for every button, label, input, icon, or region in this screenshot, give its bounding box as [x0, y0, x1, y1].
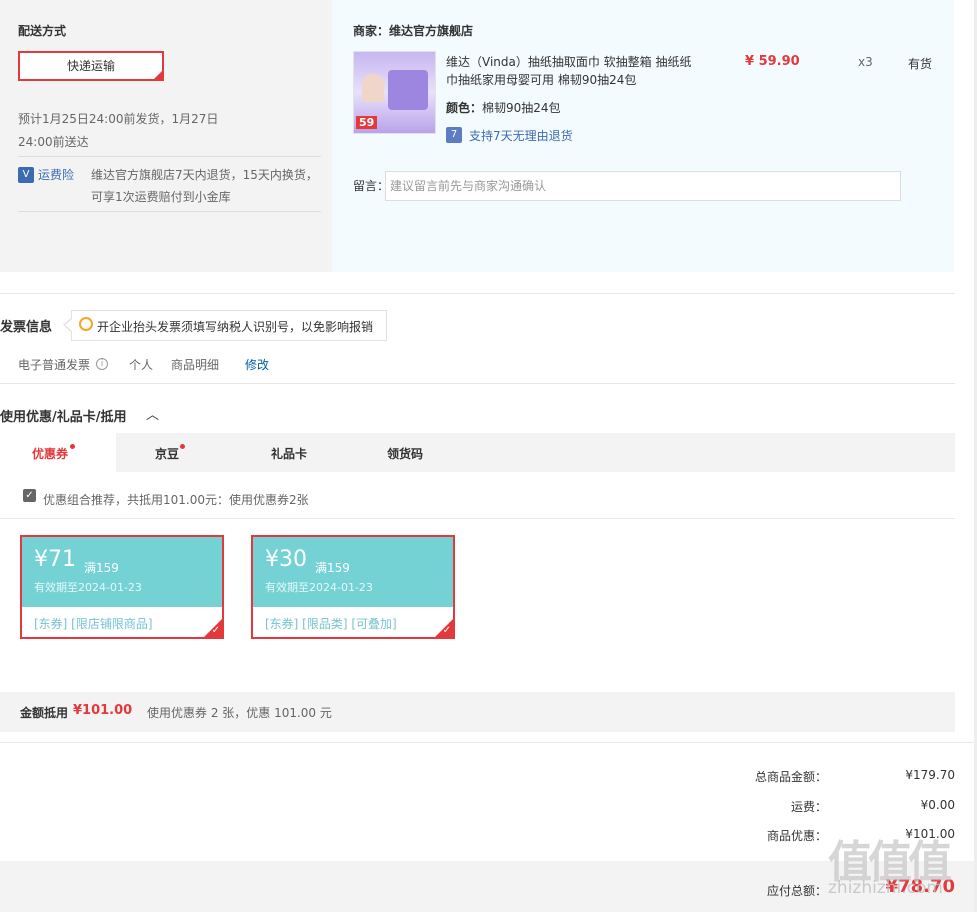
invoice-tip-text: 开企业抬头发票须填写纳税人识别号，以免影响报销	[97, 320, 374, 334]
tab-jingdou-dot	[180, 444, 185, 449]
invoice-holder: 个人	[129, 358, 154, 372]
message-input[interactable]	[385, 171, 901, 201]
merchant-panel	[332, 0, 954, 272]
divider	[0, 293, 955, 294]
color-value: 棉韧90抽24包	[482, 101, 561, 115]
recommend-checkbox[interactable]: ✓	[23, 489, 36, 502]
tab-pickup-code[interactable]: 领货码	[387, 445, 423, 462]
color-label: 颜色：	[446, 101, 483, 115]
divider	[0, 518, 955, 519]
coupon-condition: 满159	[84, 561, 119, 575]
goods-total-label: 总商品金额：	[754, 770, 827, 784]
divider	[0, 742, 977, 743]
coupon-tabs	[0, 433, 955, 472]
merchant-name: 商家：维达官方旗舰店	[353, 24, 474, 38]
coupon-summary	[0, 692, 955, 732]
summary-amount: ¥101.00	[73, 703, 133, 718]
summary-label: 金额抵用	[20, 706, 69, 720]
tab-jingdou[interactable]: 京豆	[155, 445, 179, 462]
coupon-valid: 有效期至2024-01-23	[265, 581, 373, 594]
tab-giftcard[interactable]: 礼品卡	[271, 445, 307, 462]
collapse-icon[interactable]: ︿	[146, 404, 159, 423]
coupon-card[interactable]: ¥71 满159 有效期至2024-01-23 [东券] [限店铺限商品] ✓	[20, 535, 224, 639]
coupon-amount: ¥71	[34, 547, 76, 572]
summary-desc: 使用优惠券 2 张，优惠 101.00 元	[147, 706, 332, 720]
return-policy: 支持7天无理由退货	[469, 129, 573, 143]
product-title-line2[interactable]: 巾抽纸家用母婴可用 棉韧90抽24包	[446, 71, 636, 88]
insurance-text-line2: 可享1次运费赔付到小金库	[91, 190, 231, 204]
invoice-edit-link[interactable]: 修改	[245, 356, 269, 373]
lightbulb-icon	[79, 317, 93, 331]
discount-label: 商品优惠：	[766, 829, 827, 843]
info-icon[interactable]: i	[96, 358, 108, 370]
product-image-person	[362, 74, 384, 102]
product-image-badge: 59	[356, 116, 378, 129]
message-label: 留言：	[353, 179, 390, 193]
coupon-tags: [东券] [限店铺限商品]	[34, 617, 153, 631]
tip-arrow-inner	[65, 319, 72, 331]
insurance-link[interactable]: 运费险	[38, 166, 74, 183]
divider	[18, 211, 321, 212]
divider	[0, 383, 955, 384]
invoice-type: 电子普通发票	[18, 358, 91, 372]
insurance-icon: V	[18, 167, 34, 183]
goods-total-value: ¥179.70	[905, 768, 955, 782]
coupons-title: 使用优惠/礼品卡/抵用	[0, 410, 127, 425]
check-icon: ✓	[154, 70, 161, 79]
coupon-tags: [东券] [限品类] [可叠加]	[265, 617, 397, 631]
product-quantity: x3	[858, 55, 873, 69]
watermark-url: zhizhizhi.com	[828, 878, 943, 898]
tab-coupons-dot	[70, 444, 75, 449]
payable-label: 应付总额：	[766, 884, 827, 898]
coupon-amount: ¥30	[265, 547, 307, 572]
product-price: ¥ 59.90	[745, 54, 800, 69]
delivery-estimate-line2: 24:00前送达	[18, 135, 89, 149]
recommend-text: 优惠组合推荐，共抵用101.00元：使用优惠券2张	[43, 493, 309, 507]
tab-coupons-label[interactable]: 优惠券	[32, 445, 68, 462]
insurance-text-line1: 维达官方旗舰店7天内退货，15天内换货，	[91, 168, 318, 182]
product-image-box	[388, 70, 428, 110]
invoice-content: 商品明细	[171, 358, 220, 372]
delivery-estimate-line1: 预计1月25日24:00前发货，1月27日	[18, 112, 219, 126]
shipping-label: 运费：	[790, 800, 827, 814]
product-image[interactable]: 59	[353, 51, 436, 134]
product-title-line1[interactable]: 维达（Vinda）抽纸抽取面巾 软抽整箱 抽纸纸	[446, 53, 692, 70]
check-icon: ✓	[442, 625, 451, 636]
return-policy-icon: 7	[446, 127, 462, 143]
shipping-method-button[interactable]: 快递运输 ✓	[18, 51, 164, 81]
coupon-valid: 有效期至2024-01-23	[34, 581, 142, 594]
check-icon: ✓	[211, 625, 220, 636]
coupon-condition: 满159	[315, 561, 350, 575]
delivery-title: 配送方式	[18, 24, 67, 38]
coupon-card[interactable]: ¥30 满159 有效期至2024-01-23 [东券] [限品类] [可叠加]…	[251, 535, 455, 639]
divider	[18, 156, 321, 157]
stock-status: 有货	[908, 57, 933, 71]
shipping-method-label: 快递运输	[66, 59, 115, 73]
invoice-title: 发票信息	[0, 320, 53, 335]
shipping-value: ¥0.00	[920, 798, 955, 812]
